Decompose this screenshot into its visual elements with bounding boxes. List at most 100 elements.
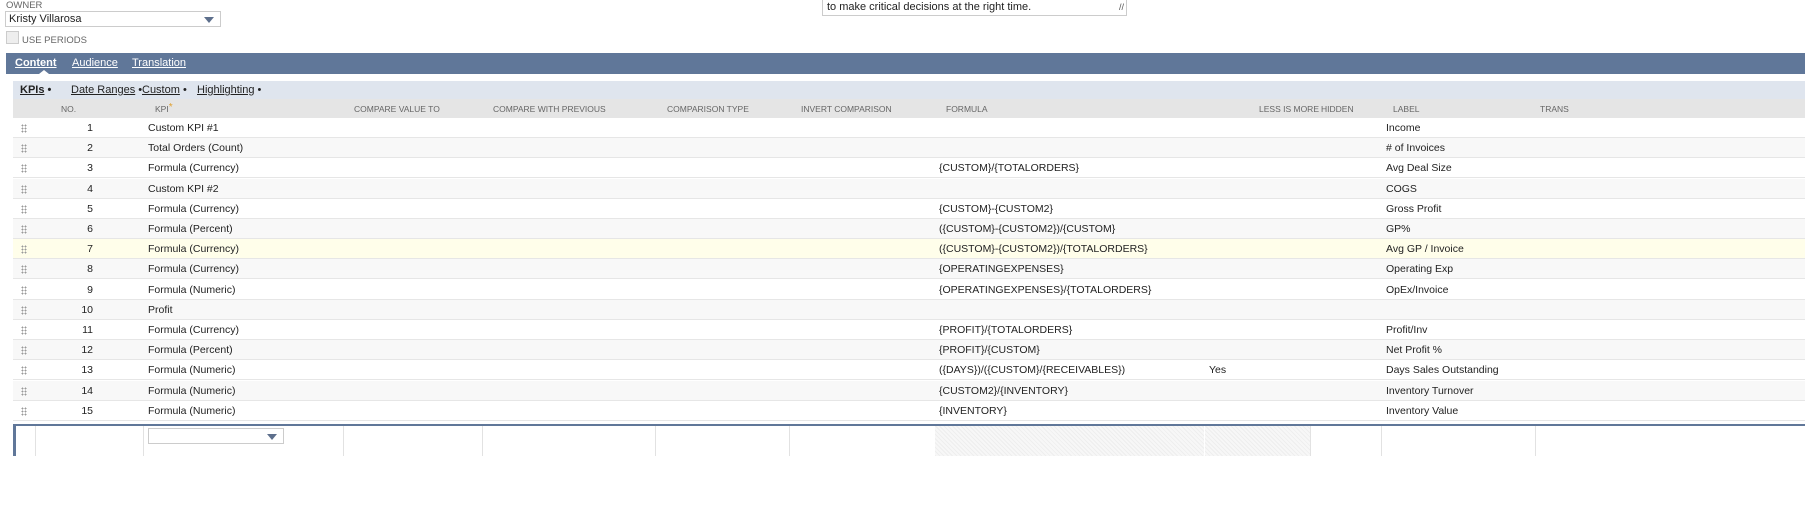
- resize-handle-icon[interactable]: //: [1119, 1, 1124, 14]
- drag-handle-icon[interactable]: [21, 144, 27, 154]
- description-textarea[interactable]: to make critical decisions at the right …: [822, 0, 1127, 16]
- divider: [482, 426, 483, 456]
- table-row[interactable]: 9 Formula (Numeric) {OPERATINGEXPENSES}/{T…: [13, 280, 1805, 300]
- formula-cell[interactable]: ({CUSTOM}-{CUSTOM2})/{TOTALORDERS}: [939, 243, 1148, 255]
- new-kpi-select[interactable]: [148, 428, 284, 444]
- row-number: 8: [87, 263, 93, 276]
- divider: [1310, 426, 1311, 456]
- kpi-cell[interactable]: Total Orders (Count): [148, 142, 243, 154]
- use-periods-checkbox[interactable]: [6, 31, 19, 44]
- drag-handle-icon[interactable]: [21, 265, 27, 275]
- row-number: 1: [87, 122, 93, 134]
- kpi-cell[interactable]: Formula (Numeric): [148, 385, 236, 397]
- table-row[interactable]: 4 Custom KPI #2 COGS: [13, 178, 1805, 199]
- label-cell[interactable]: Inventory Value: [1386, 405, 1458, 417]
- formula-cell[interactable]: {PROFIT}/{TOTALORDERS}: [939, 324, 1072, 336]
- formula-cell[interactable]: {OPERATINGEXPENSES}/{TOTALORDERS}: [939, 284, 1151, 296]
- row-number: 12: [81, 344, 93, 357]
- subtab-kpis[interactable]: KPIs •: [20, 84, 51, 96]
- drag-handle-icon[interactable]: [21, 326, 27, 335]
- table-row[interactable]: 11 Formula (Currency) {PROFIT}/{TOTALORDER…: [13, 320, 1805, 340]
- label-cell[interactable]: Net Profit %: [1386, 344, 1442, 356]
- formula-cell[interactable]: {INVENTORY}: [939, 405, 1007, 417]
- drag-handle-icon[interactable]: [21, 346, 27, 356]
- label-cell[interactable]: Avg GP / Invoice: [1386, 243, 1464, 255]
- new-row[interactable]: [13, 424, 1805, 456]
- table-row[interactable]: 15 Formula (Numeric) {INVENTORY} Inventory …: [13, 401, 1805, 421]
- drag-handle-icon[interactable]: [21, 245, 27, 255]
- col-hidden: HIDDEN: [1321, 104, 1354, 114]
- kpi-cell[interactable]: Formula (Percent): [148, 344, 233, 356]
- kpi-cell[interactable]: Custom KPI #2: [148, 183, 219, 195]
- table-row[interactable]: 7 Formula (Currency) ({CUSTOM}-{CUSTOM2})/…: [13, 239, 1805, 260]
- drag-handle-icon[interactable]: [21, 164, 27, 174]
- drag-handle-icon[interactable]: [21, 386, 27, 396]
- table-row[interactable]: 2 Total Orders (Count) # of Invoices: [13, 138, 1805, 159]
- label-cell[interactable]: Income: [1386, 122, 1420, 134]
- drag-handle-icon[interactable]: [21, 204, 27, 214]
- kpi-cell[interactable]: Formula (Numeric): [148, 405, 236, 417]
- drag-handle-icon[interactable]: [21, 406, 27, 416]
- table-header: NO. KPI* COMPARE VALUE TO COMPARE WITH P…: [13, 99, 1805, 118]
- drag-handle-icon[interactable]: [21, 366, 27, 376]
- tab-content[interactable]: Content: [15, 57, 57, 69]
- table-row[interactable]: 5 Formula (Currency) {CUSTOM}-{CUSTOM2} Gro…: [13, 199, 1805, 219]
- formula-cell[interactable]: {PROFIT}/{CUSTOM}: [939, 344, 1040, 356]
- kpi-cell[interactable]: Custom KPI #1: [148, 122, 219, 134]
- label-cell[interactable]: Inventory Turnover: [1386, 385, 1474, 397]
- divider: [789, 426, 790, 456]
- label-cell[interactable]: OpEx/Invoice: [1386, 284, 1448, 296]
- label-cell[interactable]: Avg Deal Size: [1386, 162, 1452, 174]
- label-cell[interactable]: # of Invoices: [1386, 142, 1445, 154]
- drag-handle-icon[interactable]: [21, 225, 27, 234]
- drag-handle-icon[interactable]: [21, 124, 27, 133]
- kpi-cell[interactable]: Profit: [148, 304, 173, 316]
- description-text: to make critical decisions at the right …: [827, 1, 1032, 13]
- drag-handle-icon[interactable]: [21, 184, 27, 194]
- kpi-cell[interactable]: Formula (Currency): [148, 162, 239, 174]
- row-number: 10: [81, 303, 93, 316]
- kpi-cell[interactable]: Formula (Currency): [148, 203, 239, 215]
- less-is-more-disabled-cell: [1205, 426, 1310, 456]
- kpi-cell[interactable]: Formula (Percent): [148, 223, 233, 235]
- formula-cell[interactable]: {OPERATINGEXPENSES}: [939, 263, 1064, 275]
- subtab-custom[interactable]: Custom •: [142, 84, 187, 96]
- label-cell[interactable]: GP%: [1386, 223, 1411, 235]
- label-cell[interactable]: Gross Profit: [1386, 203, 1441, 215]
- divider: [1535, 426, 1536, 456]
- table-row[interactable]: 12 Formula (Percent) {PROFIT}/{CUSTOM} Net …: [13, 340, 1805, 361]
- kpi-cell[interactable]: Formula (Currency): [148, 263, 239, 275]
- row-number: 9: [87, 283, 93, 296]
- table-row[interactable]: 13 Formula (Numeric) ({DAYS})/({CUSTOM}/{R…: [13, 360, 1805, 381]
- kpi-cell[interactable]: Formula (Numeric): [148, 284, 236, 296]
- less-is-more-cell[interactable]: Yes: [1209, 364, 1226, 376]
- table-row[interactable]: 6 Formula (Percent) ({CUSTOM}-{CUSTOM2})/{…: [13, 219, 1805, 239]
- table-row[interactable]: 8 Formula (Currency) {OPERATINGEXPENSES} Op…: [13, 259, 1805, 280]
- table-row[interactable]: 3 Formula (Currency) {CUSTOM}/{TOTALORDERS…: [13, 158, 1805, 179]
- drag-handle-icon[interactable]: [21, 305, 27, 315]
- label-cell[interactable]: Operating Exp: [1386, 263, 1453, 275]
- table-row[interactable]: 10 Profit: [13, 299, 1805, 320]
- formula-cell[interactable]: {CUSTOM}/{TOTALORDERS}: [939, 162, 1079, 174]
- formula-cell[interactable]: ({DAYS})/({CUSTOM}/{RECEIVABLES}): [939, 364, 1125, 376]
- formula-cell[interactable]: {CUSTOM}-{CUSTOM2}: [939, 203, 1053, 215]
- tab-translation[interactable]: Translation: [132, 57, 186, 69]
- tab-audience[interactable]: Audience: [72, 57, 118, 69]
- owner-value: Kristy Villarosa: [9, 13, 82, 25]
- kpi-cell[interactable]: Formula (Numeric): [148, 364, 236, 376]
- drag-handle-icon[interactable]: [21, 285, 27, 295]
- formula-cell[interactable]: ({CUSTOM}-{CUSTOM2})/{CUSTOM}: [939, 223, 1115, 235]
- row-number: 6: [87, 223, 93, 235]
- owner-select[interactable]: Kristy Villarosa: [5, 11, 221, 27]
- subtab-highlighting[interactable]: Highlighting •: [197, 84, 261, 96]
- kpi-cell[interactable]: Formula (Currency): [148, 243, 239, 255]
- table-row[interactable]: 14 Formula (Numeric) {CUSTOM2}/{INVENTORY}…: [13, 380, 1805, 401]
- label-cell[interactable]: Days Sales Outstanding: [1386, 364, 1499, 376]
- subtab-date-ranges[interactable]: Date Ranges •: [71, 84, 142, 96]
- table-row[interactable]: 1 Custom KPI #1 Income: [13, 118, 1805, 138]
- col-compare-with-previous: COMPARE WITH PREVIOUS: [493, 104, 606, 114]
- label-cell[interactable]: Profit/Inv: [1386, 324, 1427, 336]
- formula-cell[interactable]: {CUSTOM2}/{INVENTORY}: [939, 385, 1068, 397]
- kpi-cell[interactable]: Formula (Currency): [148, 324, 239, 336]
- label-cell[interactable]: COGS: [1386, 183, 1417, 195]
